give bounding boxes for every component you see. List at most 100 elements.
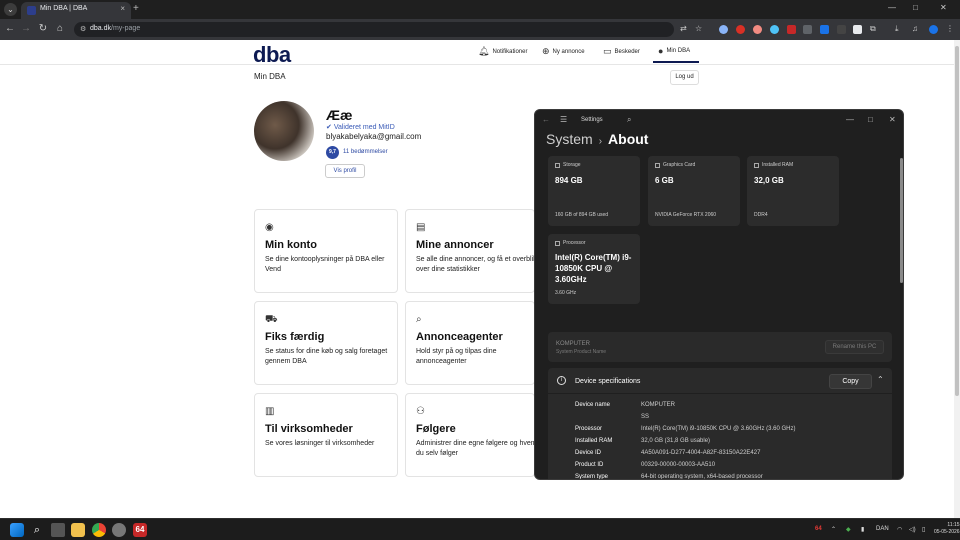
extension-8-icon[interactable]: [837, 25, 846, 34]
tray-chevron-icon[interactable]: ⌃: [831, 526, 836, 533]
settings-window-title: Settings: [581, 117, 603, 123]
list-icon: ▤: [416, 222, 426, 233]
volume-icon[interactable]: ◁): [909, 526, 916, 533]
spec-key: Processor: [575, 426, 603, 432]
tab-search-chevron-icon[interactable]: ⌄: [4, 3, 17, 16]
tile-subtext: 160 GB of 894 GB used: [555, 212, 609, 218]
home-icon[interactable]: ⌂: [54, 23, 66, 34]
settings-close-button[interactable]: ✕: [889, 115, 896, 124]
rating-badge: 9,7: [326, 146, 339, 159]
search-icon: ⌕: [416, 314, 422, 325]
minimize-button[interactable]: —: [888, 3, 896, 12]
language-indicator[interactable]: DAN: [876, 526, 889, 532]
card-fiks-faerdig[interactable]: ⛟ Fiks færdig Se status for dine køb og …: [254, 301, 398, 385]
pc-name-row: KOMPUTER System Product Name Rename this…: [548, 332, 892, 362]
card-businesses[interactable]: ▥ Til virksomheder Se vores løsninger ti…: [254, 393, 398, 477]
page-scrollbar-thumb[interactable]: [955, 46, 959, 396]
chrome-icon[interactable]: [92, 523, 106, 537]
profile-email: blyakabelyaka@gmail.com: [326, 132, 422, 141]
device-specifications-header[interactable]: i Device specifications Copy ⌃: [548, 368, 892, 394]
tab-close-icon[interactable]: ×: [120, 4, 125, 13]
file-explorer-icon[interactable]: [71, 523, 85, 537]
card-ad-agents[interactable]: ⌕ Annonceagenter Hold styr på og tilpas …: [405, 301, 535, 385]
view-profile-button[interactable]: Vis profil: [325, 164, 365, 178]
extension-4-icon[interactable]: [770, 25, 779, 34]
extension-2-icon[interactable]: [736, 25, 745, 34]
extension-1-icon[interactable]: [719, 25, 728, 34]
tray-network-icon[interactable]: ▮: [861, 526, 864, 533]
chevron-up-icon[interactable]: ⌃: [877, 375, 884, 384]
tile-installed-ram[interactable]: Installed RAM 32,0 GB DDR4: [747, 156, 839, 226]
nav-new-ad[interactable]: ⊕ Ny annonce: [542, 46, 585, 57]
settings-back-icon[interactable]: ←: [542, 115, 550, 124]
card-my-account[interactable]: ◉ Min konto Se dine kontooplysninger på …: [254, 209, 398, 293]
card-description: Administrer dine egne følgere og hvem du…: [416, 440, 537, 457]
nav-my-dba[interactable]: ● Min DBA: [658, 46, 690, 56]
profile-avatar-icon[interactable]: [929, 25, 938, 34]
nav-messages[interactable]: ▭ Beskeder: [603, 46, 640, 57]
extensions-puzzle-icon[interactable]: ⧉: [870, 24, 876, 34]
settings-scrollbar[interactable]: [900, 158, 903, 283]
task-view-icon[interactable]: [51, 523, 65, 537]
plus-circle-icon: ⊕: [542, 46, 550, 56]
settings-search-icon[interactable]: ⌕: [627, 115, 631, 125]
tile-graphics-card[interactable]: Graphics Card 6 GB NVIDIA GeForce RTX 20…: [648, 156, 740, 226]
tile-label: Installed RAM: [754, 162, 793, 168]
start-windows-icon[interactable]: [10, 523, 24, 537]
reload-icon[interactable]: ↻: [37, 23, 49, 34]
extension-6-icon[interactable]: [803, 25, 812, 34]
gpu-icon: [655, 162, 660, 168]
extension-9-icon[interactable]: [853, 25, 862, 34]
browser-menu-icon[interactable]: ⋮: [946, 24, 954, 33]
reviews-link[interactable]: 11 bedømmelser: [343, 149, 388, 155]
new-tab-button[interactable]: +: [133, 3, 139, 14]
card-title: Annonceagenter: [416, 331, 503, 343]
wifi-icon[interactable]: ◠: [897, 526, 902, 533]
close-window-button[interactable]: ✕: [940, 3, 947, 12]
settings-maximize-button[interactable]: □: [868, 115, 873, 124]
back-arrow-icon[interactable]: ←: [4, 23, 16, 34]
card-description: Se alle dine annoncer, og få et overblik…: [416, 256, 537, 273]
download-icon[interactable]: ⤓: [895, 24, 899, 34]
extension-7-icon[interactable]: [820, 25, 829, 34]
settings-menu-icon[interactable]: ☰: [560, 115, 567, 124]
card-my-ads[interactable]: ▤ Mine annoncer Se alle dine annoncer, o…: [405, 209, 537, 293]
media-icon[interactable]: ♫: [912, 24, 918, 33]
taskbar-search-icon[interactable]: ⌕: [30, 523, 44, 537]
app-64-icon[interactable]: 64: [133, 523, 147, 537]
nav-my-dba-label: Min DBA: [666, 48, 691, 54]
tray-64-icon[interactable]: 64: [815, 526, 822, 532]
rename-pc-button[interactable]: Rename this PC: [825, 340, 884, 354]
breadcrumb-system[interactable]: System: [546, 131, 593, 147]
extension-3-icon[interactable]: [753, 25, 762, 34]
spec-value: 4A50A091-D277-4004-A82F-83150A22E427: [641, 450, 761, 456]
settings-gear-icon[interactable]: [112, 523, 126, 537]
tray-app-icon[interactable]: ◆: [846, 526, 851, 533]
taskbar-clock[interactable]: 11:15 05-05-2026: [934, 522, 960, 536]
chat-icon: ▭: [603, 46, 612, 56]
spec-key: System type: [575, 474, 609, 480]
forward-arrow-icon[interactable]: →: [20, 23, 32, 34]
bookmark-star-icon[interactable]: ☆: [695, 24, 702, 33]
copy-button[interactable]: Copy: [829, 374, 872, 389]
header-divider: [0, 64, 954, 65]
site-info-icon[interactable]: ⚙: [80, 25, 86, 33]
nav-messages-label: Beskeder: [614, 48, 640, 55]
maximize-button[interactable]: □: [913, 3, 918, 12]
tile-processor[interactable]: Processor Intel(R) Core(TM) i9-10850K CP…: [548, 234, 640, 304]
page-scrollbar[interactable]: [954, 40, 960, 518]
logout-button[interactable]: Log ud: [670, 70, 699, 85]
settings-minimize-button[interactable]: —: [846, 115, 854, 124]
tab-min-dba[interactable]: Min DBA | DBA ×: [21, 2, 131, 19]
windows-taskbar: ⌕ 64 64 ⌃ ◆ ▮ DAN ◠ ◁) ▯ 11:15 05-05-202…: [0, 518, 960, 540]
card-followers[interactable]: ⚇ Følgere Administrer dine egne følgere …: [405, 393, 537, 477]
clock-date: 05-05-2026: [934, 529, 960, 535]
address-bar[interactable]: ⚙ dba.dk/my-page: [74, 22, 674, 37]
extension-5-icon[interactable]: [787, 25, 796, 34]
translate-icon[interactable]: ⇄: [680, 24, 687, 33]
battery-icon[interactable]: ▯: [922, 526, 925, 533]
tile-storage[interactable]: Storage 894 GB 160 GB of 894 GB used: [548, 156, 640, 226]
settings-breadcrumb: System › About: [546, 131, 648, 147]
nav-notifications[interactable]: 🔔︎ Notifikationer: [478, 46, 527, 57]
tile-subtext: NVIDIA GeForce RTX 2060: [655, 212, 717, 218]
